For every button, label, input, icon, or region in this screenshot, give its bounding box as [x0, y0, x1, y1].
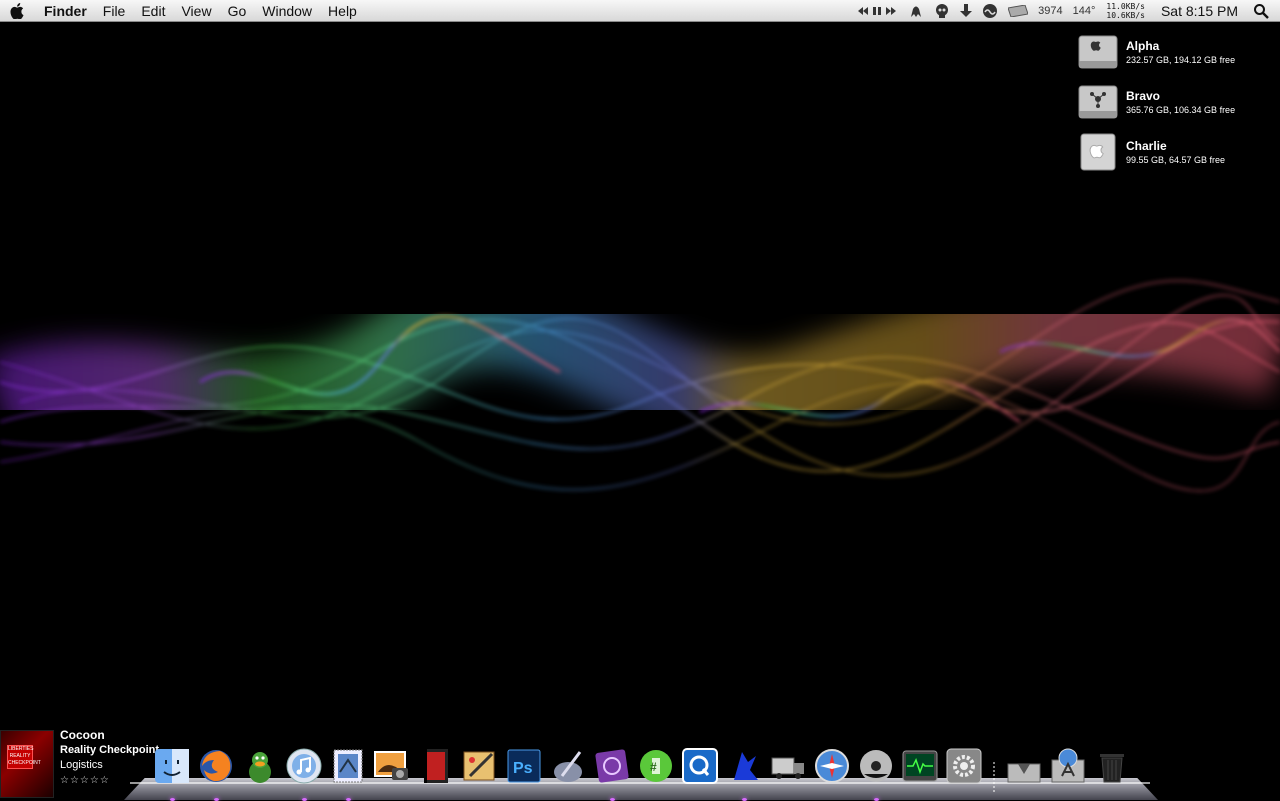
net-up-rate: 11.0KB/s [1106, 1, 1145, 11]
q-icon [682, 748, 718, 784]
dock-finder[interactable] [152, 746, 192, 801]
svg-text:Ps: Ps [513, 760, 533, 777]
wireless-menu-item[interactable] [977, 0, 1003, 22]
dock-activity-monitor[interactable] [900, 746, 940, 786]
menu-view[interactable]: View [173, 0, 219, 22]
dock-ical[interactable] [592, 746, 632, 801]
activity-monitor-icon [902, 750, 938, 782]
menu-extras: 3974 144° 11.0KB/s 10.6KB/s Sat 8:15 PM [853, 0, 1280, 22]
desktop-wallpaper: Alpha 232.57 GB, 194.12 GB free Bravo 36… [0, 22, 1280, 800]
dock-icons: Ps # [152, 746, 1136, 801]
card-menu-item[interactable] [1003, 0, 1033, 22]
film-icon [424, 749, 448, 783]
network-monitor[interactable]: 11.0KB/s 10.6KB/s [1100, 2, 1151, 20]
duck-icon [249, 752, 271, 783]
menu-help[interactable]: Help [320, 0, 365, 22]
drive-charlie[interactable]: Charlie 99.55 GB, 64.57 GB free [1078, 130, 1273, 174]
dock-transmit[interactable] [768, 746, 808, 786]
dock-wireshark[interactable] [724, 746, 764, 801]
drive-capacity: 365.76 GB, 106.34 GB free [1126, 105, 1236, 115]
card-icon [1008, 4, 1029, 17]
firewire-drive-icon [1078, 85, 1118, 119]
dock-imovie[interactable] [416, 746, 456, 786]
menu-go[interactable]: Go [220, 0, 255, 22]
menu-app-finder[interactable]: Finder [34, 0, 95, 22]
menu-left: Finder File Edit View Go Window Help [0, 0, 365, 22]
svg-text:#: # [650, 760, 657, 774]
dock-applications-stack[interactable] [1048, 746, 1088, 786]
dock-trash[interactable] [1092, 746, 1132, 786]
trash-icon [1100, 754, 1124, 783]
brush-icon [463, 751, 495, 781]
dock-safari[interactable] [812, 746, 852, 786]
gear-icon [946, 748, 982, 784]
hard-drive-icon [1078, 35, 1118, 69]
dock-firefox[interactable] [196, 746, 236, 801]
album-art: LIBERTIES REALITY CHECKPOINT [0, 730, 54, 798]
drive-alpha-label: Alpha 232.57 GB, 194.12 GB free [1126, 39, 1235, 65]
dock-dvd-player[interactable] [856, 746, 896, 801]
drive-name: Charlie [1126, 139, 1167, 153]
download-menu-item[interactable] [955, 0, 977, 22]
dock-system-preferences[interactable] [944, 746, 984, 786]
dock-itunes[interactable] [284, 746, 324, 801]
photoshop-icon: Ps [507, 749, 541, 783]
wave-icon [983, 3, 998, 18]
download-arrow-icon [960, 3, 973, 17]
media-controls[interactable] [853, 0, 903, 22]
cpu-readout: 3974 [1038, 4, 1063, 17]
drive-bravo-label: Bravo 365.76 GB, 106.34 GB free [1126, 89, 1235, 115]
apple-drive-icon [1080, 133, 1116, 171]
menu-edit[interactable]: Edit [133, 0, 173, 22]
temperature-readout: 144° [1072, 4, 1096, 17]
truck-icon [771, 757, 804, 779]
skull-icon [936, 3, 949, 18]
ghost-menu-item[interactable] [903, 0, 929, 22]
purple-grid-icon [595, 749, 629, 783]
media-controls-icon [858, 6, 897, 15]
menu-file[interactable]: File [95, 0, 134, 22]
drive-bravo[interactable]: Bravo 365.76 GB, 106.34 GB free [1078, 80, 1273, 124]
apple-menu[interactable] [0, 0, 34, 22]
dock-adium[interactable] [240, 746, 280, 786]
firefox-icon [200, 750, 232, 782]
drive-capacity: 232.57 GB, 194.12 GB free [1126, 55, 1236, 65]
dock-pixelmator[interactable] [460, 746, 500, 786]
drive-name: Alpha [1126, 39, 1160, 53]
drive-name: Bravo [1126, 89, 1161, 103]
album-art-sign: LIBERTIES REALITY CHECKPOINT [7, 745, 41, 769]
apple-icon [10, 2, 24, 19]
spotlight-search-icon [1254, 3, 1269, 19]
dock: Ps # [124, 740, 1158, 801]
blue-dragon-icon [734, 752, 758, 780]
dock-messages[interactable]: # [636, 746, 676, 786]
menu-window[interactable]: Window [254, 0, 320, 22]
disc-icon [860, 750, 892, 782]
drive-alpha[interactable]: Alpha 232.57 GB, 194.12 GB free [1078, 30, 1273, 74]
drive-charlie-label: Charlie 99.55 GB, 64.57 GB free [1126, 139, 1225, 165]
applications-icon [1051, 748, 1085, 783]
menu-bar: Finder File Edit View Go Window Help 397… [0, 0, 1280, 22]
finder-icon [155, 749, 189, 783]
iphoto-icon [374, 751, 408, 780]
net-down-rate: 10.6KB/s [1106, 10, 1145, 20]
dock-photoshop[interactable]: Ps [504, 746, 544, 786]
dock-iphoto[interactable] [372, 746, 412, 786]
dock-script-editor[interactable] [548, 746, 588, 786]
ghost-icon [911, 6, 922, 17]
drive-capacity: 99.55 GB, 64.57 GB free [1126, 155, 1226, 165]
dock-downloads-stack[interactable] [1004, 746, 1044, 786]
menu-clock[interactable]: Sat 8:15 PM [1151, 3, 1248, 19]
compass-icon [815, 749, 849, 783]
mail-stamp-icon [333, 749, 363, 783]
itunes-icon [286, 748, 322, 784]
chat-bubble-icon: # [640, 750, 672, 782]
downloads-icon [1007, 763, 1041, 783]
dock-separator[interactable] [988, 746, 1000, 792]
skull-menu-item[interactable] [929, 0, 955, 22]
dock-quicksilver[interactable] [680, 746, 720, 786]
dock-mail[interactable] [328, 746, 368, 801]
quill-icon [554, 751, 582, 782]
spotlight-button[interactable] [1248, 0, 1274, 22]
